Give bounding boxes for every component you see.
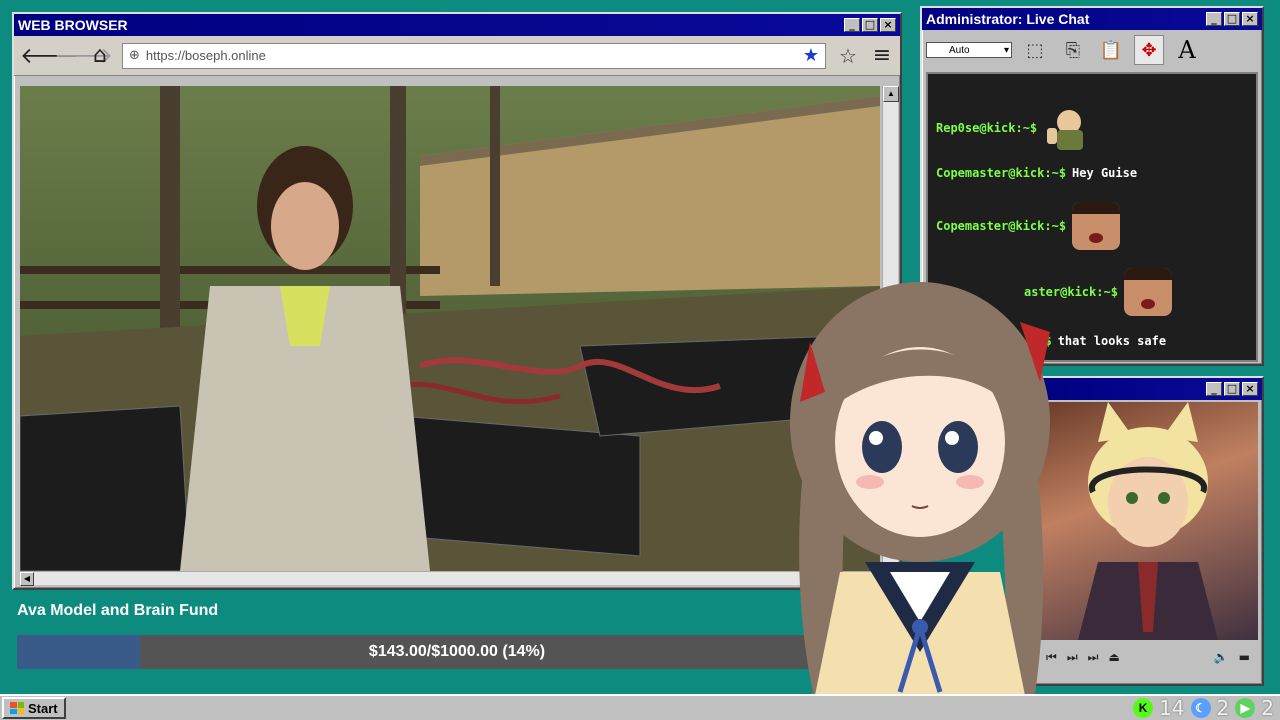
chat-message: Rep0se@kick:~$	[936, 104, 1091, 152]
eject-icon[interactable]: ⏏	[1108, 650, 1119, 664]
skip-end-icon[interactable]: ⏭	[1088, 650, 1099, 665]
video-viewport[interactable]	[20, 86, 880, 571]
system-tray: K 14 ☾ 2 ▶ 2	[1129, 696, 1278, 720]
video-frame[interactable]	[1038, 402, 1258, 640]
minimize-button[interactable]: _	[844, 18, 860, 32]
font-select-value: Auto	[949, 44, 970, 56]
minimize-button[interactable]: _	[1206, 12, 1222, 26]
fund-progress-label: $143.00/$1000.00 (14%)	[368, 643, 546, 660]
scroll-up-icon[interactable]: ▲	[883, 86, 899, 102]
close-button[interactable]: ×	[880, 18, 896, 32]
fund-title: Ava Model and Brain Fund	[17, 602, 219, 619]
chat-message: Copemaster@kick:~$ Hey Guise	[936, 166, 1137, 180]
taskbar: Start K 14 ☾ 2 ▶ 2	[0, 694, 1280, 720]
face-emote-icon	[1072, 202, 1121, 250]
moon-icon[interactable]: ☾	[1190, 698, 1211, 718]
cat-boy-avatar-image	[1078, 402, 1218, 640]
maximize-button[interactable]: □	[1224, 12, 1240, 26]
chat-titlebar[interactable]: Administrator: Live Chat _ □ ×	[922, 8, 1262, 30]
bookmark-star-icon[interactable]: ★	[803, 45, 819, 66]
url-text[interactable]: https://boseph.online	[146, 48, 797, 63]
volume-icon[interactable]: 🔈	[1214, 650, 1229, 664]
close-button[interactable]: ×	[1242, 12, 1258, 26]
face-emote-icon	[1123, 268, 1172, 316]
fund-progress-bar: $143.00/$1000.00 (14%)	[17, 635, 897, 669]
home-icon[interactable]: ⌂	[88, 43, 112, 68]
start-label: Start	[28, 700, 58, 716]
play-count: 2	[1261, 696, 1274, 720]
windows-logo-icon	[10, 702, 24, 714]
kick-viewer-count: 14	[1159, 696, 1185, 720]
chat-text: that looks safe	[1057, 334, 1167, 348]
chat-message: Copemaster@kick:~$	[936, 202, 1121, 250]
chat-username: Copemaster@kick:~$	[936, 166, 1067, 180]
paste-icon[interactable]: 📋	[1096, 35, 1126, 65]
minimize-button[interactable]: _	[1206, 382, 1222, 396]
thumbs-up-emote-icon	[1047, 110, 1084, 150]
vtuber-avatar	[790, 282, 1050, 720]
volume-slider[interactable]: ▬	[1239, 650, 1250, 664]
play-icon[interactable]: ▶	[1235, 698, 1256, 718]
back-arrow-icon[interactable]: 🡐	[20, 43, 79, 69]
copy-icon[interactable]: ⎘	[1058, 35, 1088, 65]
menu-icon[interactable]: ≡	[870, 43, 894, 68]
move-icon[interactable]: ✥	[1134, 35, 1164, 65]
player-controls: ⏮ ⏭ ⏭ ⏏ 🔈 ▬	[1038, 644, 1258, 670]
start-button[interactable]: Start	[2, 697, 66, 719]
font-icon[interactable]: A	[1172, 35, 1202, 65]
browser-titlebar[interactable]: WEB BROWSER _ □ ×	[14, 14, 900, 36]
chat-toolbar: Auto ▾ ⬚ ⎘ 📋 ✥ A	[922, 30, 1262, 70]
select-rect-icon[interactable]: ⬚	[1020, 35, 1050, 65]
chat-username: Rep0se@kick:~$	[936, 121, 1038, 135]
stream-video-frame	[20, 86, 880, 571]
maximize-button[interactable]: □	[1224, 382, 1240, 396]
globe-icon: ⊕	[129, 48, 140, 63]
browser-title: WEB BROWSER	[18, 17, 128, 33]
close-button[interactable]: ×	[1242, 382, 1258, 396]
chat-title: Administrator: Live Chat	[926, 11, 1090, 27]
browser-window: WEB BROWSER _ □ × 🡐 🡒 ⌂ ⊕ https://boseph…	[12, 12, 902, 590]
url-bar[interactable]: ⊕ https://boseph.online ★	[122, 42, 826, 69]
chevron-down-icon: ▾	[1003, 44, 1009, 56]
horizontal-scrollbar[interactable]: ◀	[20, 571, 880, 586]
chat-username: Copemaster@kick:~$	[936, 219, 1067, 233]
browser-navbar: 🡐 🡒 ⌂ ⊕ https://boseph.online ★ ☆ ≡	[14, 36, 900, 76]
font-select[interactable]: Auto ▾	[926, 42, 1012, 58]
maximize-button[interactable]: □	[862, 18, 878, 32]
chat-text: Hey Guise	[1072, 166, 1138, 180]
kick-icon[interactable]: K	[1133, 698, 1154, 718]
scroll-left-icon[interactable]: ◀	[20, 572, 34, 586]
forward-arrow-icon[interactable]: 🡒	[54, 43, 113, 69]
favorites-star-icon[interactable]: ☆	[836, 44, 860, 68]
moon-count: 2	[1216, 696, 1230, 720]
